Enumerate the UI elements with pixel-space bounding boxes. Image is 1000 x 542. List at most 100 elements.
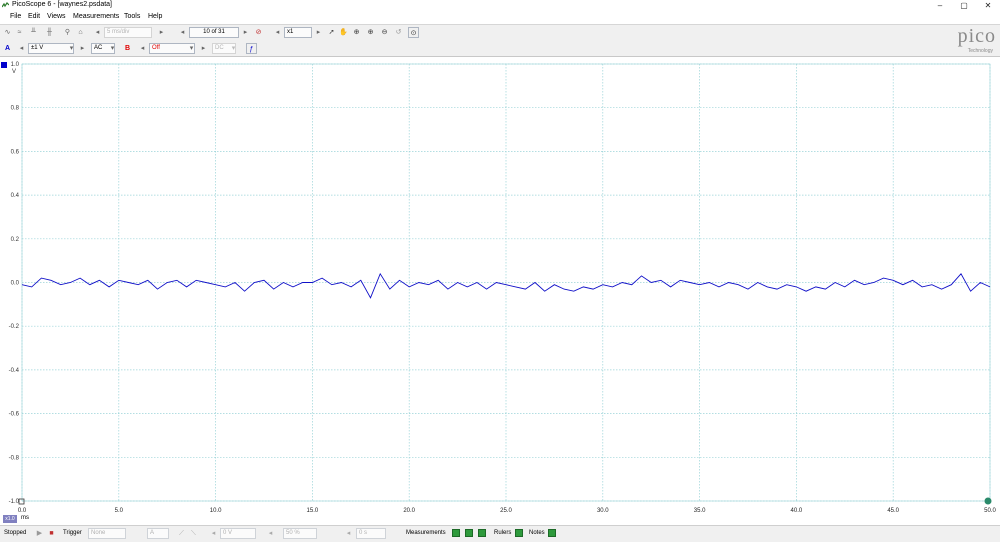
channel-a-axis-marker[interactable] — [1, 62, 7, 68]
status-bar: Stopped ▶ ■ Trigger None A ⟋ ⟍ ◂ 0 V ◂ 5… — [0, 525, 1000, 542]
x-tick-label: 30.0 — [597, 508, 609, 514]
channel-b-button[interactable]: B — [122, 43, 133, 54]
channel-toolbar: A ◂ ±1 V ▾ ▸ AC ▾ B ◂ Off ▾ ▸ DC ▾ ƒ — [0, 41, 1000, 57]
zoom-field[interactable]: x1 — [284, 27, 312, 38]
capture-next-icon[interactable]: ▸ — [240, 27, 251, 38]
y-tick-label: -0.4 — [9, 368, 20, 374]
undo-zoom-icon[interactable]: ↺ — [393, 27, 404, 38]
x-tick-label: 10.0 — [210, 508, 222, 514]
x-tick-label: 20.0 — [403, 508, 415, 514]
zoom-in-area-icon[interactable]: ⊕ — [365, 27, 376, 38]
y-tick-label: -0.6 — [9, 412, 20, 418]
y-tick-label: 1.0 — [11, 62, 20, 68]
menu-tools[interactable]: Tools — [124, 13, 140, 20]
hand-tool-icon[interactable]: ✋ — [338, 27, 349, 38]
stop-icon[interactable]: ■ — [46, 528, 57, 539]
math-channels-icon[interactable]: ƒ — [246, 43, 257, 54]
y-tick-label: -1.0 — [9, 499, 20, 505]
capture-prev-icon[interactable]: ◂ — [177, 27, 188, 38]
channel-a-coupling-dropdown-icon[interactable]: ▾ — [107, 43, 118, 54]
capture-index-field[interactable]: 10 of 31 — [189, 27, 239, 38]
trigger-mode-select[interactable]: None — [88, 528, 126, 539]
x-tick-label: 25.0 — [500, 508, 512, 514]
y-tick-label: -0.8 — [9, 455, 20, 461]
probe-icon[interactable]: ⚲ — [62, 27, 73, 38]
channel-a-range-dropdown-icon[interactable]: ▾ — [66, 43, 77, 54]
falling-edge-icon[interactable]: ⟍ — [188, 528, 199, 539]
y-tick-label: 0.0 — [11, 281, 20, 287]
zoom-prev-icon[interactable]: ◂ — [272, 27, 283, 38]
x-tick-label: 35.0 — [694, 508, 706, 514]
menu-measurements[interactable]: Measurements — [73, 13, 119, 20]
timebase-left-arrow-icon[interactable]: ◂ — [92, 27, 103, 38]
y-tick-label: 0.4 — [11, 193, 20, 199]
y-axis-unit: V — [12, 69, 16, 75]
channel-a-button[interactable]: A — [2, 43, 13, 54]
rulers-label: Rulers — [494, 530, 512, 536]
zoom-out-icon[interactable]: ⊖ — [379, 27, 390, 38]
x-tick-label: 5.0 — [115, 508, 124, 514]
measurements-label: Measurements — [406, 530, 446, 536]
menu-edit[interactable]: Edit — [28, 13, 40, 20]
rulers-icon[interactable] — [515, 529, 523, 537]
buffer-navigator-icon[interactable]: ⊘ — [253, 27, 264, 38]
zoom-in-icon[interactable]: ⊕ — [351, 27, 362, 38]
scope-mode-icon[interactable]: ∿ — [2, 27, 13, 38]
pico-logo: pico Technology — [926, 24, 996, 56]
menu-bar: File Edit Views Measurements Tools Help — [0, 11, 1000, 23]
channel-b-range-left-icon[interactable]: ◂ — [137, 43, 148, 54]
notes-icon[interactable] — [548, 529, 556, 537]
logo-word: pico — [957, 25, 996, 47]
channel-options-icon[interactable]: ⌂ — [75, 27, 86, 38]
window-title: PicoScope 6 - [waynes2.psdata] — [12, 1, 113, 8]
trigger-level-left-icon[interactable]: ◂ — [208, 528, 219, 539]
x-tick-label: 0.0 — [18, 508, 27, 514]
menu-file[interactable]: File — [10, 13, 21, 20]
trigger-delay-field[interactable]: 0 s — [356, 528, 386, 539]
x-tick-label: 40.0 — [791, 508, 803, 514]
trigger-delay-left-icon[interactable]: ◂ — [343, 528, 354, 539]
channel-a-range-left-icon[interactable]: ◂ — [16, 43, 27, 54]
spectrum-mode-icon[interactable]: ╨ — [28, 27, 39, 38]
x-axis-unit: ms — [21, 515, 29, 521]
channel-b-range-dropdown-icon[interactable]: ▾ — [186, 43, 197, 54]
channel-a-range-right-icon[interactable]: ▸ — [77, 43, 88, 54]
y-tick-label: 0.8 — [11, 106, 20, 112]
trigger-channel-select[interactable]: A — [147, 528, 169, 539]
zoom-next-icon[interactable]: ▸ — [313, 27, 324, 38]
edit-measurement-icon[interactable] — [465, 529, 473, 537]
zoom-to-fit-icon[interactable]: ⊙ — [408, 27, 419, 38]
minimize-button[interactable]: – — [929, 0, 951, 11]
x-tick-label: 15.0 — [307, 508, 319, 514]
scope-view[interactable]: 1.0 0.8 0.6 0.4 0.2 0.0 -0.2 -0.4 -0.6 -0.8 -1.0 0… — [0, 57, 1000, 517]
x-axis-unit-badge[interactable]: x1.0 — [3, 515, 17, 523]
trigger-percent-field[interactable]: 50 % — [283, 528, 317, 539]
persistence-mode-icon[interactable]: ≈ — [14, 27, 25, 38]
start-icon[interactable]: ▶ — [34, 528, 45, 539]
add-measurement-icon[interactable] — [452, 529, 460, 537]
timebase-select[interactable]: 5 ms/div — [104, 27, 152, 38]
y-tick-label: 0.2 — [11, 237, 20, 243]
rising-edge-icon[interactable]: ⟋ — [176, 528, 187, 539]
logo-subtitle: Technology — [967, 48, 993, 54]
close-button[interactable]: ✕ — [977, 0, 999, 11]
y-tick-label: -0.2 — [9, 324, 20, 330]
pointer-tool-icon[interactable]: ➚ — [326, 27, 337, 38]
x-tick-label: 50.0 — [984, 508, 996, 514]
menu-views[interactable]: Views — [47, 13, 66, 20]
status-stopped: Stopped — [4, 530, 27, 536]
channel-b-range-right-icon[interactable]: ▸ — [198, 43, 209, 54]
delete-measurement-icon[interactable] — [478, 529, 486, 537]
x-tick-label: 45.0 — [887, 508, 899, 514]
ruler-handle[interactable] — [984, 497, 992, 505]
timebase-right-arrow-icon[interactable]: ▸ — [156, 27, 167, 38]
menu-help[interactable]: Help — [148, 13, 162, 20]
channel-b-coupling-dropdown-icon[interactable]: ▾ — [228, 43, 239, 54]
notes-label: Notes — [529, 530, 545, 536]
maximize-button[interactable]: ▢ — [953, 0, 975, 11]
trigger-label: Trigger — [63, 530, 82, 536]
trigger-level-field[interactable]: 0 V — [220, 528, 256, 539]
title-bar: PicoScope 6 - [waynes2.psdata] – ▢ ✕ — [0, 0, 1000, 11]
trigger-percent-left-icon[interactable]: ◂ — [265, 528, 276, 539]
spectrum-persist-icon[interactable]: ╫ — [44, 27, 55, 38]
